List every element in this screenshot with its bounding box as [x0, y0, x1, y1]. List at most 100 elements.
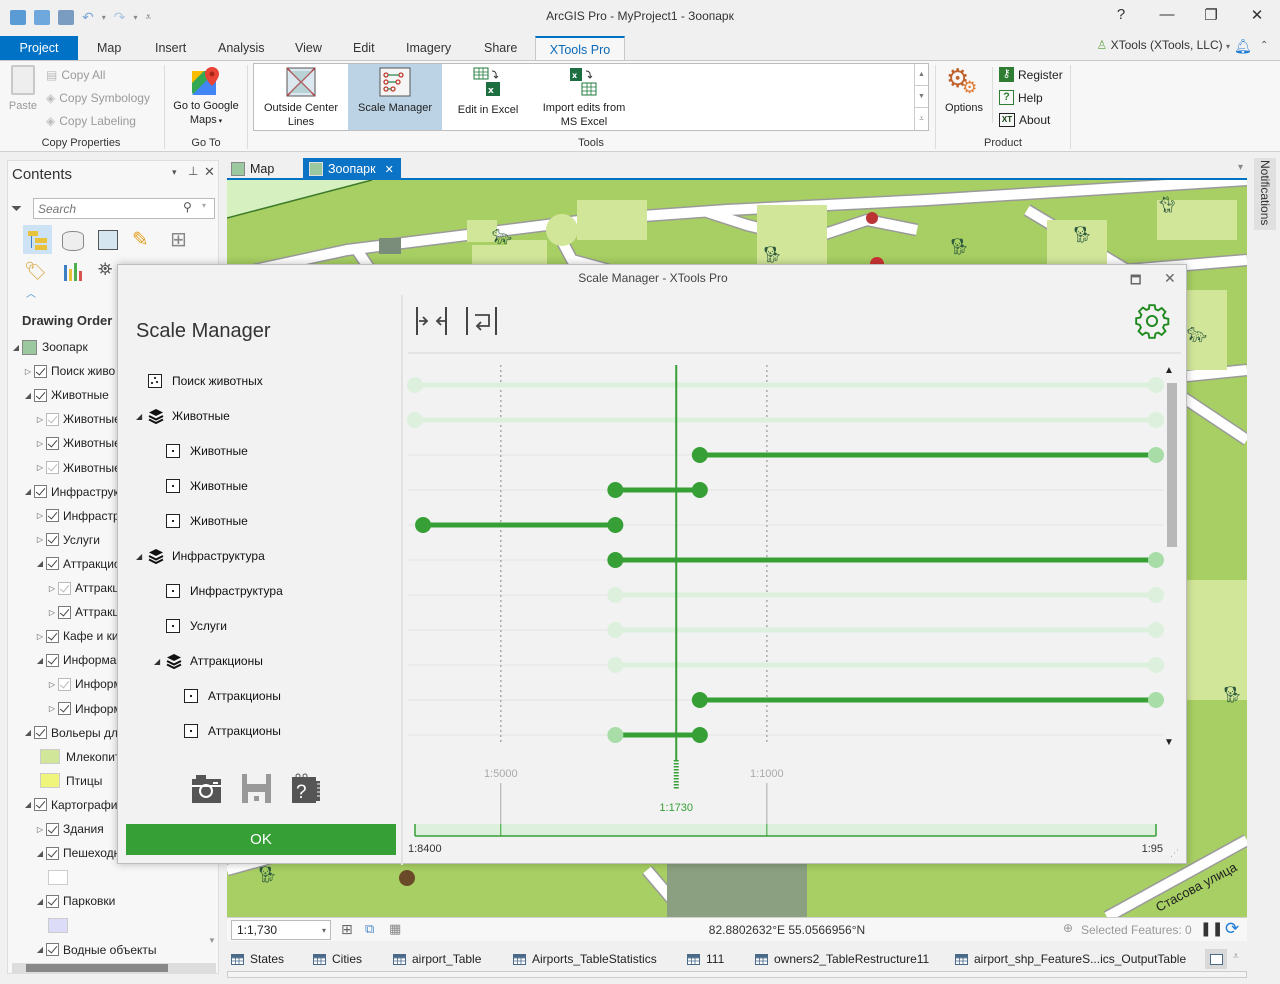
- scale-range-handle-min[interactable]: [607, 622, 624, 638]
- expanded-arrow-icon[interactable]: ◢: [22, 728, 34, 737]
- tab-xtools-pro[interactable]: XTools Pro: [535, 36, 625, 60]
- scale-layer-item[interactable]: ◢ Аттракционы: [154, 649, 263, 673]
- scale-layer-item[interactable]: Инфраструктура: [166, 579, 283, 603]
- pause-drawing-icon[interactable]: ❚❚: [1200, 920, 1223, 937]
- list-by-source-icon[interactable]: [62, 231, 84, 251]
- search-icon[interactable]: ⚲: [183, 200, 192, 214]
- reset-scale-icon[interactable]: [465, 305, 499, 337]
- list-by-selection-icon[interactable]: [98, 230, 118, 250]
- visibility-checkbox[interactable]: [46, 629, 59, 643]
- scale-range-handle-max[interactable]: [691, 727, 708, 743]
- layer-tree-item[interactable]: ◢ Инфраструк: [22, 481, 119, 503]
- layer-tree-item[interactable]: ▷ Аттракц: [46, 577, 119, 599]
- tab-analysis[interactable]: Analysis: [206, 36, 277, 60]
- layer-tree-item[interactable]: ▷ Информ: [46, 673, 122, 695]
- visibility-checkbox[interactable]: [46, 894, 59, 908]
- tab-map[interactable]: Map: [85, 36, 133, 60]
- table-tab[interactable]: Airports_TableStatistics: [513, 947, 657, 971]
- scale-range-handle-max[interactable]: [1148, 412, 1164, 428]
- expanded-arrow-icon[interactable]: ◢: [136, 412, 148, 421]
- table-list-button[interactable]: [1205, 949, 1227, 969]
- scale-layer-item[interactable]: ◢ Животные: [136, 404, 230, 428]
- options-button[interactable]: ⚙ ⚙ Options: [940, 65, 988, 115]
- scale-layer-item[interactable]: Аттракционы: [184, 684, 281, 708]
- gallery-scroll-down[interactable]: ▼: [915, 86, 928, 108]
- table-tab[interactable]: owners2_TableRestructure11: [755, 947, 929, 971]
- expanded-arrow-icon[interactable]: ◢: [34, 849, 46, 858]
- list-by-labeling-icon[interactable]: 🏷︎: [24, 261, 47, 282]
- scale-range-handle-max[interactable]: [1148, 692, 1164, 708]
- layer-tree-item[interactable]: ▷ Животные: [34, 408, 121, 430]
- scale-range-handle-min[interactable]: [607, 727, 624, 743]
- list-by-drawing-order-button[interactable]: [23, 225, 52, 254]
- user-account[interactable]: ♙ XTools (XTools, LLC) ▾: [1096, 38, 1230, 52]
- tab-imagery[interactable]: Imagery: [394, 36, 463, 60]
- search-dropdown-icon[interactable]: ▾: [202, 201, 206, 210]
- close-button[interactable]: ✕: [1247, 6, 1267, 24]
- list-by-snapping-icon[interactable]: ⊞: [170, 227, 187, 252]
- doc-tab-map[interactable]: Map: [231, 158, 274, 180]
- scale-range-handle-min[interactable]: [691, 692, 708, 708]
- tab-project[interactable]: Project: [0, 36, 78, 60]
- notifications-tab[interactable]: Notifications: [1254, 158, 1276, 230]
- layer-tree-item[interactable]: ◢ Парковки: [34, 890, 115, 912]
- expanded-arrow-icon[interactable]: ◢: [136, 552, 148, 561]
- collapsed-arrow-icon[interactable]: ▷: [34, 825, 46, 834]
- layer-tree-item[interactable]: ◢ Вольеры дл: [22, 722, 118, 744]
- scale-layer-item[interactable]: Животные: [166, 474, 248, 498]
- collapsed-arrow-icon[interactable]: ▷: [34, 439, 46, 448]
- expanded-arrow-icon[interactable]: ◢: [22, 391, 34, 400]
- scale-range-chart[interactable]: 1:5000 1:1000 1:1730 1:8400 1:95: [403, 360, 1188, 865]
- visibility-checkbox[interactable]: [46, 412, 59, 426]
- paste-button[interactable]: Paste: [6, 65, 40, 113]
- scroll-down-arrow[interactable]: ▼: [1164, 737, 1174, 748]
- visibility-checkbox[interactable]: [46, 822, 59, 836]
- restore-button[interactable]: ❐: [1201, 6, 1221, 24]
- legend-item[interactable]: Млекопит: [40, 746, 120, 768]
- expanded-arrow-icon[interactable]: ◢: [34, 945, 46, 954]
- pane-menu-icon[interactable]: ▾: [172, 167, 177, 178]
- resize-grip-icon[interactable]: ⋰: [1170, 848, 1179, 859]
- visibility-checkbox[interactable]: [34, 364, 47, 378]
- register-button[interactable]: ⚷ Register: [999, 67, 1063, 82]
- visibility-checkbox[interactable]: [58, 581, 71, 595]
- collapsed-arrow-icon[interactable]: ▷: [34, 511, 46, 520]
- collapsed-arrow-icon[interactable]: ▷: [34, 535, 46, 544]
- filter-icon[interactable]: ⏷: [11, 200, 22, 217]
- visibility-checkbox[interactable]: [46, 509, 59, 523]
- minimize-button[interactable]: —: [1157, 6, 1177, 23]
- pane-close-icon[interactable]: ✕: [204, 164, 215, 180]
- layer-tree-item[interactable]: ▷ Аттракц: [46, 601, 119, 623]
- help-product-button[interactable]: ? Help: [999, 90, 1043, 105]
- go-to-google-maps-button[interactable]: Go to Google Maps ▾: [168, 65, 244, 129]
- visibility-checkbox[interactable]: [46, 461, 59, 474]
- collapsed-arrow-icon[interactable]: ▷: [34, 463, 46, 472]
- layer-tree-item[interactable]: ◢ Зоопарк: [10, 336, 88, 358]
- scale-layer-item[interactable]: ◢ Инфраструктура: [136, 544, 265, 568]
- scale-manager-button[interactable]: Scale Manager: [348, 64, 442, 130]
- expanded-arrow-icon[interactable]: ◢: [34, 897, 46, 906]
- layer-tree-item[interactable]: ◢ Животные: [22, 384, 109, 406]
- tab-view[interactable]: View: [283, 36, 334, 60]
- scale-range-handle-max[interactable]: [1148, 587, 1164, 603]
- tabs-dropdown-icon[interactable]: ▾: [1238, 162, 1243, 173]
- table-tab[interactable]: airport_shp_FeatureS...ics_OutputTable: [955, 947, 1186, 971]
- scale-range-handle-min[interactable]: [607, 587, 624, 603]
- scale-range-handle-max[interactable]: [691, 482, 708, 498]
- scale-range-handle-max[interactable]: [607, 517, 624, 533]
- collapsed-arrow-icon[interactable]: ▷: [46, 704, 58, 713]
- refresh-icon[interactable]: ⟳: [1225, 919, 1239, 939]
- table-tab[interactable]: Cities: [313, 947, 362, 971]
- doc-tab-zoopark[interactable]: Зоопарк ✕: [303, 158, 401, 180]
- visibility-checkbox[interactable]: [46, 436, 59, 450]
- visibility-checkbox[interactable]: [58, 677, 71, 691]
- scale-range-handle-min[interactable]: [407, 412, 423, 428]
- about-button[interactable]: XT About: [999, 113, 1050, 127]
- scroll-up-arrow[interactable]: ▲: [1164, 365, 1174, 376]
- table-tab[interactable]: airport_Table: [393, 947, 481, 971]
- help-button[interactable]: ?: [1111, 6, 1131, 23]
- vertical-scroll-down[interactable]: ▼: [208, 936, 218, 948]
- expanded-arrow-icon[interactable]: ◢: [34, 656, 46, 665]
- collapsed-arrow-icon[interactable]: ▷: [22, 367, 34, 376]
- scale-range-handle-min[interactable]: [607, 482, 624, 498]
